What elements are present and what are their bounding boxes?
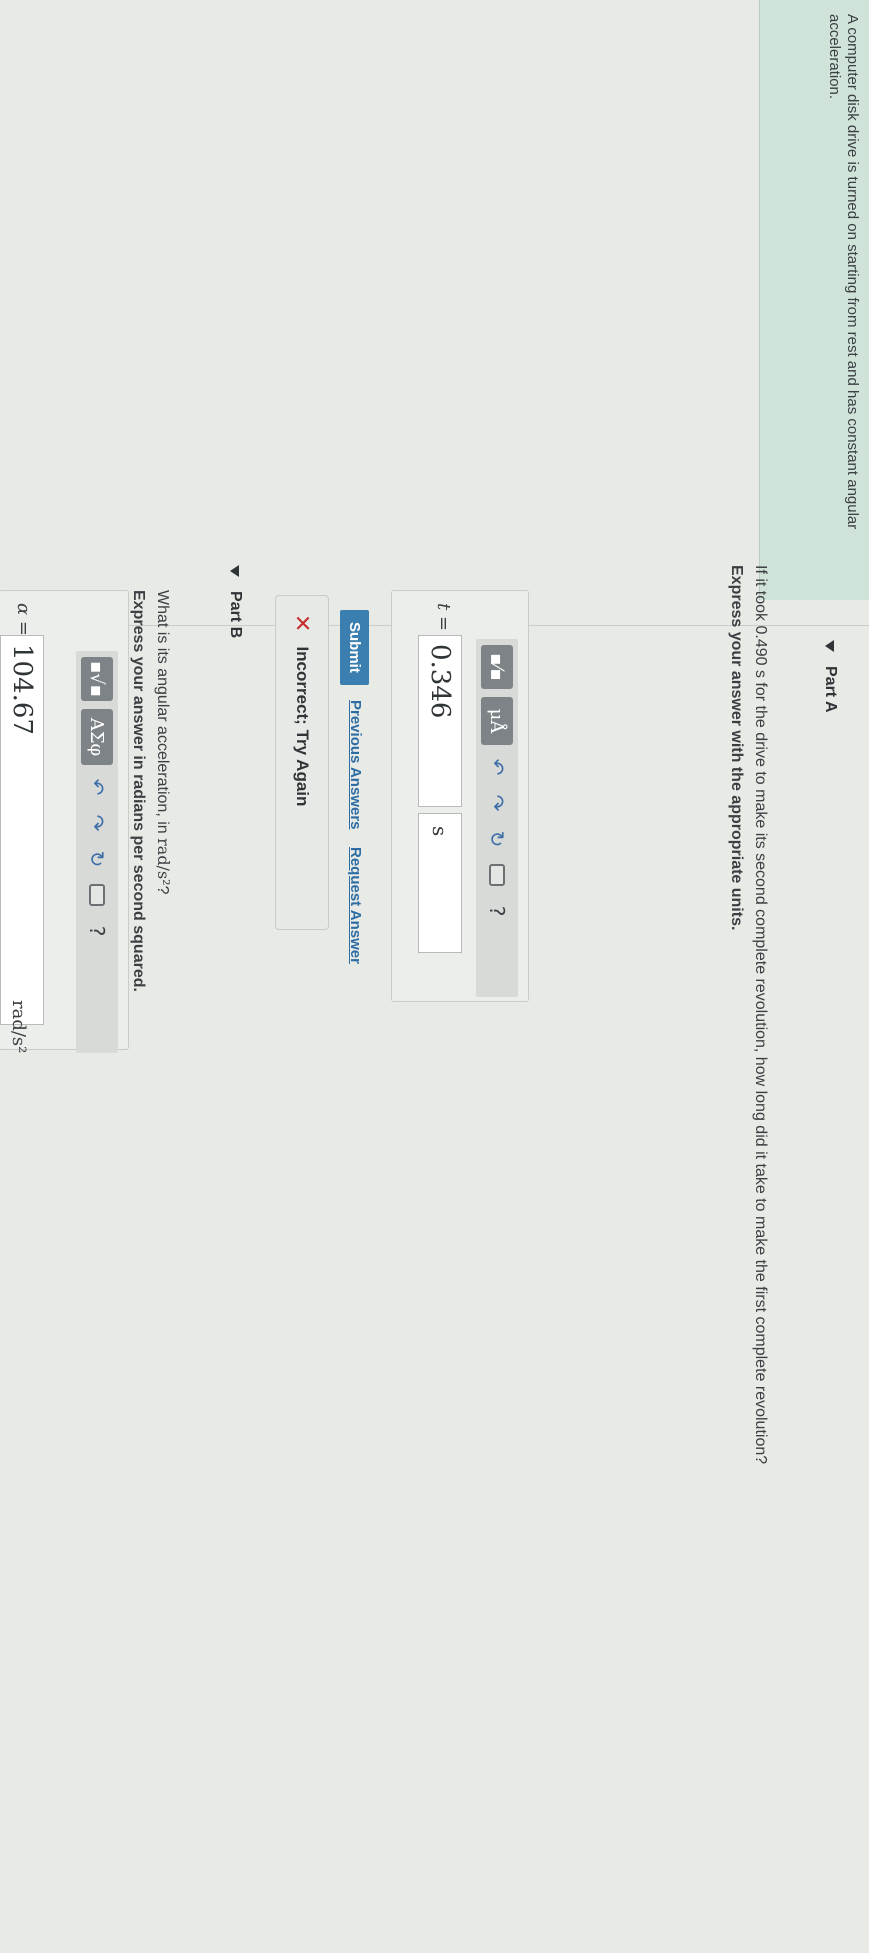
undo-icon[interactable]: ↶ xyxy=(81,773,113,801)
collapse-caret-icon[interactable] xyxy=(825,640,835,652)
part-b-instruction: Express your answer in radians per secon… xyxy=(130,590,147,992)
t-unit-input[interactable]: s xyxy=(418,813,462,953)
collapse-caret-icon[interactable] xyxy=(230,565,240,577)
help-icon[interactable]: ? xyxy=(81,917,113,945)
redo-icon[interactable]: ↷ xyxy=(481,789,513,817)
keyboard-icon[interactable] xyxy=(81,881,113,909)
undo-icon[interactable]: ↶ xyxy=(481,753,513,781)
part-b-question-prefix: What is its angular acceleration, in xyxy=(154,590,171,839)
part-b-answer-panel: ▪√▪ ΑΣφ ↶ ↷ ↻ ? α = 104.67 xyxy=(0,590,129,1053)
page: A computer disk drive is turned on start… xyxy=(0,0,869,1953)
previous-answers-link[interactable]: Previous Answers xyxy=(347,700,364,830)
part-a-answer-panel: ▪⁄▪ μÅ ↶ ↷ ↻ ? t = 0.346 s xyxy=(391,590,529,1002)
part-a-title: Part A xyxy=(822,666,839,713)
part-a-header[interactable]: Part A xyxy=(821,640,839,713)
request-answer-link[interactable]: Request Answer xyxy=(347,847,364,964)
x-mark-icon: ✕ xyxy=(290,614,315,633)
help-icon[interactable]: ? xyxy=(481,897,513,925)
template-button[interactable]: ▪√▪ xyxy=(81,657,113,701)
problem-text: A computer disk drive is turned on start… xyxy=(826,14,861,530)
reset-icon[interactable]: ↻ xyxy=(81,845,113,873)
part-a-question: If it took 0.490 s for the drive to make… xyxy=(752,565,769,1465)
part-a-instruction: Express your answer with the appropriate… xyxy=(728,565,745,931)
feedback-text: Incorrect; Try Again xyxy=(293,646,312,807)
feedback-box: ✕ Incorrect; Try Again xyxy=(275,595,329,930)
part-b-header[interactable]: Part B xyxy=(226,565,244,638)
t-value-input[interactable]: 0.346 xyxy=(418,635,462,807)
submit-button[interactable]: Submit xyxy=(340,610,369,685)
alpha-unit-label: rad/s² xyxy=(8,1000,29,1054)
greek-symbols-button[interactable]: ΑΣφ xyxy=(81,709,113,765)
alpha-value-input[interactable]: 104.67 xyxy=(0,635,44,1025)
part-b-question-suffix: ? xyxy=(154,885,171,895)
template-button[interactable]: ▪⁄▪ xyxy=(481,645,513,689)
t-variable-label: t = xyxy=(433,603,454,632)
part-b-toolbar: ▪√▪ ΑΣφ ↶ ↷ ↻ ? xyxy=(76,651,118,1053)
units-button[interactable]: μÅ xyxy=(481,697,513,745)
part-b-question: What is its angular acceleration, in rad… xyxy=(153,590,173,894)
redo-icon[interactable]: ↷ xyxy=(81,809,113,837)
keyboard-icon[interactable] xyxy=(481,861,513,889)
part-b-title: Part B xyxy=(227,591,244,639)
problem-statement: A computer disk drive is turned on start… xyxy=(759,0,869,600)
reset-icon[interactable]: ↻ xyxy=(481,825,513,853)
alpha-variable-label: α = xyxy=(13,603,34,636)
part-b-question-unit: rad/s² xyxy=(154,838,173,886)
part-a-toolbar: ▪⁄▪ μÅ ↶ ↷ ↻ ? xyxy=(476,639,518,997)
